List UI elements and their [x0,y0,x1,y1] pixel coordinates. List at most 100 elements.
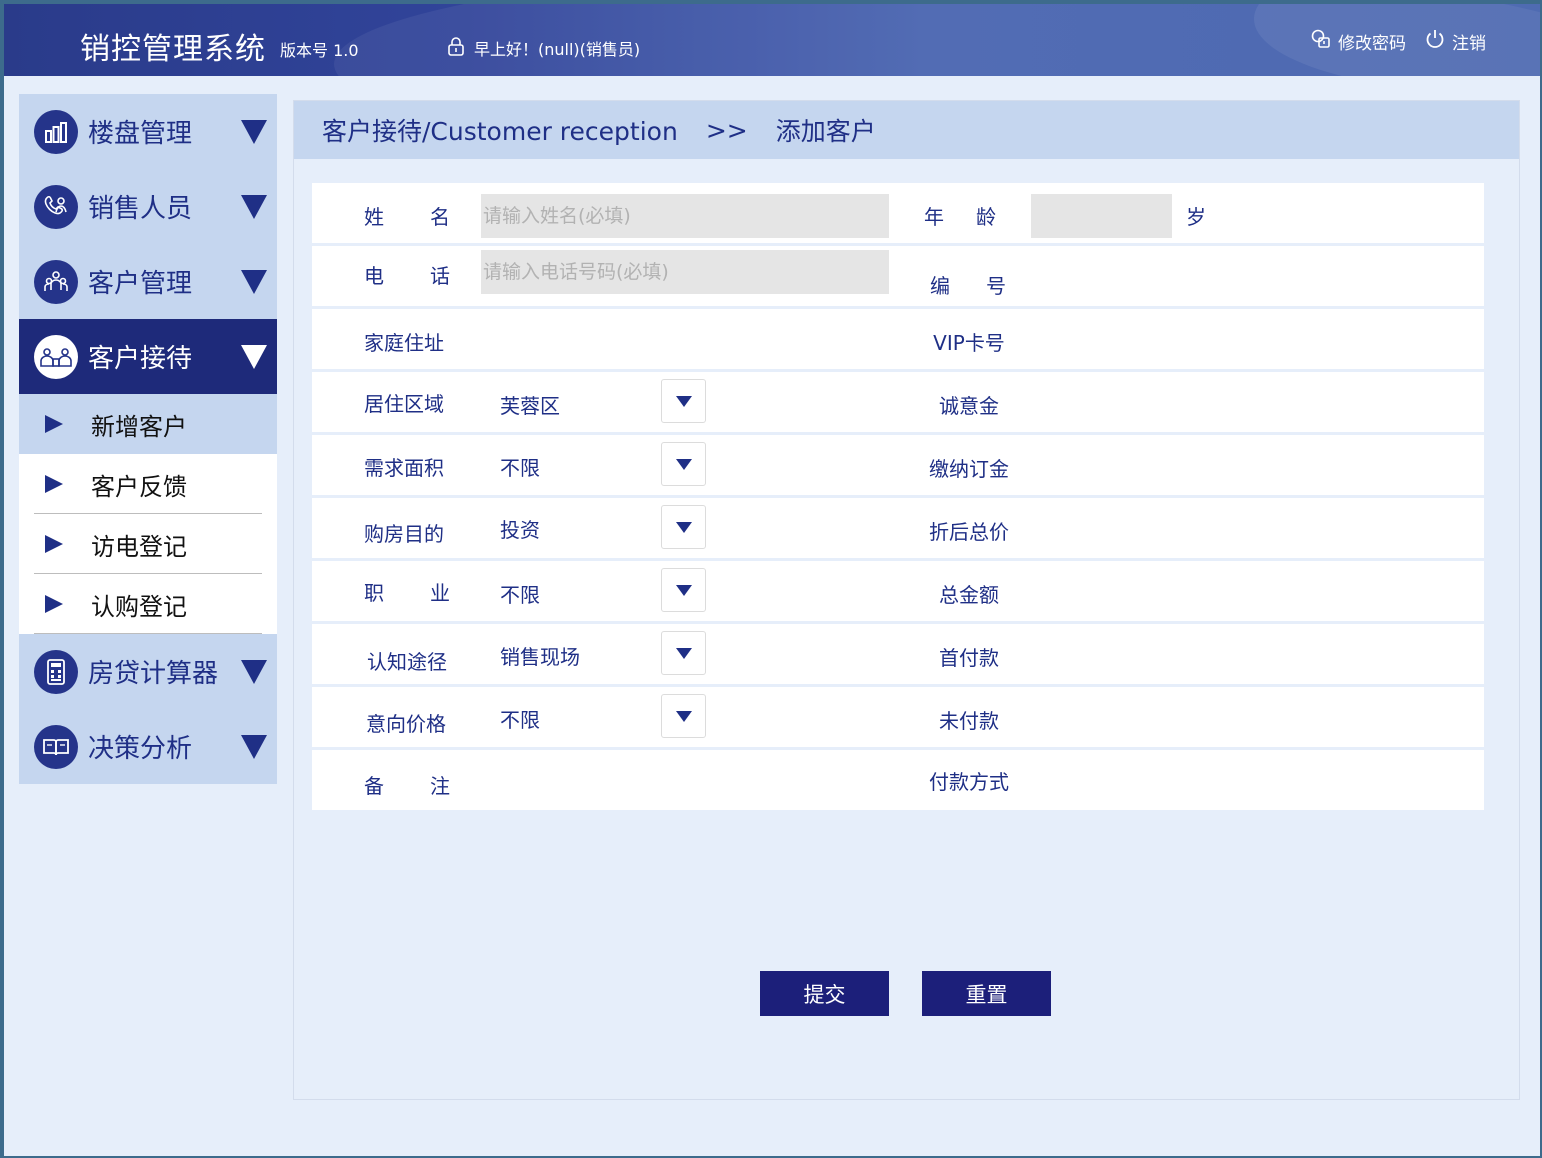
unpaid-label: 未付款 [939,709,999,733]
chevron-down-icon [241,735,267,759]
chevron-down-icon [675,584,692,596]
residential-area-select-value[interactable]: 芙蓉区 [500,390,560,419]
phone-label: 电 话 [364,264,450,288]
purchase-purpose-label: 购房目的 [364,522,444,546]
number-label: 编 号 [930,274,1006,298]
submenu-item-customer-feedback[interactable]: 客户反馈 [19,454,277,514]
change-password-button[interactable]: 修改密码 [1310,28,1406,55]
chevron-down-icon [675,710,692,722]
sidebar-item-sales-staff[interactable]: 销售人员 [19,169,277,244]
age-input[interactable] [1031,194,1172,238]
awareness-channel-label: 认知途径 [367,650,447,674]
submenu-item-add-customer[interactable]: 新增客户 [19,394,277,454]
submenu-item-label: 访电登记 [91,532,187,561]
age-unit-label: 岁 [1186,205,1206,229]
awareness-channel-dropdown-button[interactable] [661,631,706,675]
form-buttons: 提交 重置 [760,971,1051,1016]
lock-icon [446,36,466,60]
submenu-item-label: 客户反馈 [91,472,187,501]
chevron-down-icon [241,660,267,684]
header-actions: 修改密码 注销 [1310,28,1486,55]
required-area-select-value[interactable]: 不限 [500,452,540,481]
form-row-area-deposit: 居住区域 芙蓉区 诚意金 [312,372,1484,432]
calculator-icon [34,649,78,694]
logout-button[interactable]: 注销 [1424,28,1486,55]
down-payment-label: 首付款 [939,646,999,670]
chevron-down-icon [241,195,267,219]
form-row-remark-pay-method: 备 注 付款方式 [312,750,1484,810]
sidebar-item-customer-management[interactable]: 客户管理 [19,244,277,319]
sidebar-item-property-management[interactable]: 楼盘管理 [19,94,277,169]
name-input[interactable] [481,194,889,238]
form-row-address-vip: 家庭住址 VIP卡号 [312,309,1484,369]
occupation-select-value[interactable]: 不限 [500,579,540,608]
submit-button[interactable]: 提交 [760,971,889,1016]
residential-area-dropdown-button[interactable] [661,379,706,423]
total-amount-label: 总金额 [939,583,999,607]
age-label: 年 龄 [924,205,996,229]
address-label: 家庭住址 [364,331,444,355]
submenu-item-call-registration[interactable]: 访电登记 [19,514,277,574]
top-header: 销控管理系统 版本号 1.0 早上好！(null)(销售员) 修改密码 注销 [4,4,1540,76]
awareness-channel-select-value[interactable]: 销售现场 [500,641,580,670]
power-icon [1424,28,1446,55]
greeting-text: 早上好！(null)(销售员) [474,40,641,59]
customer-reception-submenu: 新增客户 客户反馈 访电登记 认购登记 [19,394,277,634]
greeting: 早上好！(null)(销售员) [446,36,640,60]
earnest-money-label: 诚意金 [939,394,999,418]
sidebar-item-label: 决策分析 [88,734,193,764]
intended-price-dropdown-button[interactable] [661,694,706,738]
play-arrow-icon [45,415,63,433]
breadcrumb-separator: >> [705,115,748,145]
sidebar-item-label: 销售人员 [88,194,193,224]
submenu-item-label: 新增客户 [91,412,187,441]
phone-input[interactable] [481,250,889,294]
sidebar-item-label: 客户接待 [88,344,193,374]
sidebar-item-mortgage-calculator[interactable]: 房贷计算器 [19,634,277,709]
payment-method-label: 付款方式 [929,770,1009,794]
logout-label: 注销 [1452,34,1486,54]
occupation-dropdown-button[interactable] [661,568,706,612]
breadcrumb-section[interactable]: 客户接待/Customer reception [322,112,678,148]
purchase-purpose-dropdown-button[interactable] [661,505,706,549]
form-row-job-total: 职 业 不限 总金额 [312,561,1484,621]
purchase-purpose-select-value[interactable]: 投资 [500,514,540,543]
play-arrow-icon [45,535,63,553]
required-area-label: 需求面积 [364,456,444,480]
chevron-down-icon [675,647,692,659]
form-row-phone-number: 电 话 编 号 [312,246,1484,306]
form-row-name-age: 姓 名 年 龄 岁 [312,183,1484,243]
sidebar-item-decision-analysis[interactable]: 决策分析 [19,709,277,784]
submenu-item-purchase-registration[interactable]: 认购登记 [19,574,277,634]
play-arrow-icon [45,475,63,493]
residential-area-label: 居住区域 [364,392,444,416]
reset-button[interactable]: 重置 [922,971,1051,1016]
intended-price-select-value[interactable]: 不限 [500,704,540,733]
reception-people-icon [34,334,78,379]
occupation-label: 职 业 [364,581,450,605]
chevron-down-icon [675,458,692,470]
book-icon [34,724,78,769]
play-arrow-icon [45,595,63,613]
chevron-down-icon [241,270,267,294]
form-row-price-unpaid: 意向价格 不限 未付款 [312,687,1484,747]
form-row-purpose-discount: 购房目的 投资 折后总价 [312,498,1484,558]
name-label: 姓 名 [364,205,450,229]
paid-deposit-label: 缴纳订金 [929,457,1009,481]
sidebar-item-label: 楼盘管理 [88,119,193,149]
main-panel: 客户接待/Customer reception >> 添加客户 姓 名 年 龄 … [293,100,1520,1100]
app-window: 销控管理系统 版本号 1.0 早上好！(null)(销售员) 修改密码 注销 楼… [4,4,1540,1156]
building-chart-icon [34,109,78,154]
vip-card-label: VIP卡号 [933,331,1005,355]
add-customer-form: 姓 名 年 龄 岁 电 话 编 号 家庭住址 VIP卡号 居住区域 芙蓉区 [312,183,1484,813]
people-group-icon [34,259,78,304]
sidebar-item-label: 房贷计算器 [88,659,219,689]
required-area-dropdown-button[interactable] [661,442,706,486]
app-title: 销控管理系统 [80,32,266,67]
telephone-person-icon [34,184,78,229]
form-row-channel-first-pay: 认知途径 销售现场 首付款 [312,624,1484,684]
sidebar-item-customer-reception[interactable]: 客户接待 [19,319,277,394]
sidebar: 楼盘管理 销售人员 客户管理 客户接待 新增客户 客户反馈 访电登记 认购登记 … [19,94,277,784]
form-row-size-down-deposit: 需求面积 不限 缴纳订金 [312,435,1484,495]
key-icon [1310,28,1332,55]
